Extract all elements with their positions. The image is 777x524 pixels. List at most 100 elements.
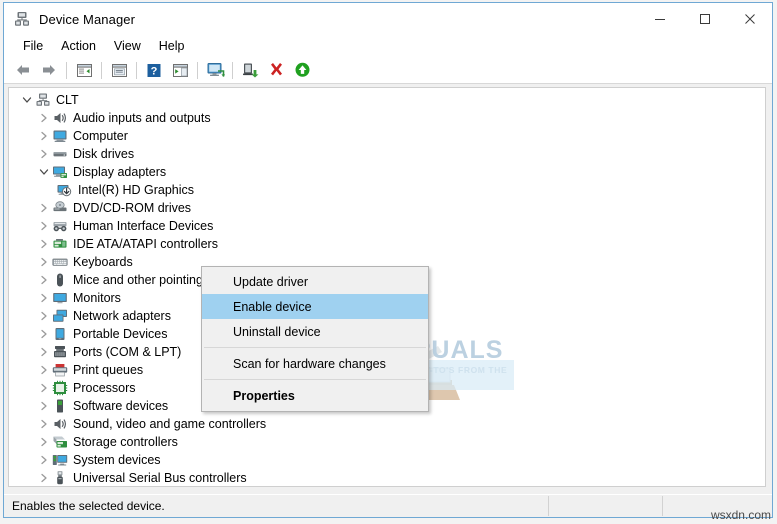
toolbar-separator-3 bbox=[136, 61, 137, 79]
toolbar-separator-1 bbox=[66, 61, 67, 79]
tree-item-label: Computer bbox=[73, 129, 128, 143]
tree-item-human-interface-devices[interactable]: Human Interface Devices bbox=[9, 217, 765, 235]
tree-item-label: Intel(R) HD Graphics bbox=[78, 183, 194, 197]
tree-item-label: Storage controllers bbox=[73, 435, 178, 449]
forward-icon[interactable] bbox=[36, 58, 62, 82]
tree-item-clt[interactable]: CLT bbox=[9, 91, 765, 109]
menu-help[interactable]: Help bbox=[150, 37, 194, 55]
chevron-right-icon[interactable] bbox=[36, 470, 52, 486]
ide-controller-icon bbox=[52, 236, 68, 252]
system-device-icon bbox=[52, 452, 68, 468]
tree-item-label: Ports (COM & LPT) bbox=[73, 345, 182, 359]
software-device-icon bbox=[52, 398, 68, 414]
tree-item-label: Disk drives bbox=[73, 147, 135, 161]
chevron-right-icon[interactable] bbox=[36, 452, 52, 468]
menu-bar: File Action View Help bbox=[4, 35, 772, 57]
tree-item-intel-hd-graphics[interactable]: Intel(R) HD Graphics bbox=[9, 181, 765, 199]
enable-device-icon[interactable] bbox=[289, 58, 315, 82]
show-hide-action-pane-icon[interactable] bbox=[167, 58, 193, 82]
maximize-button[interactable] bbox=[682, 3, 727, 35]
tree-item-ide-ata-atapi-controllers[interactable]: IDE ATA/ATAPI controllers bbox=[9, 235, 765, 253]
tree-item-sound-video-and-game-controllers[interactable]: Sound, video and game controllers bbox=[9, 415, 765, 433]
toolbar-separator-2 bbox=[101, 61, 102, 79]
toolbar-separator-4 bbox=[197, 61, 198, 79]
sound-controller-icon bbox=[52, 416, 68, 432]
help-icon[interactable]: ? bbox=[141, 58, 167, 82]
context-menu-item-scan-for-hardware-changes[interactable]: Scan for hardware changes bbox=[202, 351, 428, 376]
tree-item-label: Human Interface Devices bbox=[73, 219, 214, 233]
chevron-right-icon[interactable] bbox=[36, 254, 52, 270]
hid-icon bbox=[52, 218, 68, 234]
context-menu-separator-1 bbox=[204, 347, 426, 348]
chevron-right-icon[interactable] bbox=[36, 308, 52, 324]
menu-file[interactable]: File bbox=[14, 37, 52, 55]
device-manager-window: Device Manager File Action View Help ? C… bbox=[3, 2, 773, 518]
chevron-down-icon[interactable] bbox=[19, 92, 35, 108]
uninstall-device-icon[interactable] bbox=[263, 58, 289, 82]
context-menu-separator-2 bbox=[204, 379, 426, 380]
chevron-right-icon[interactable] bbox=[36, 380, 52, 396]
toolbar: ? bbox=[4, 57, 772, 84]
tree-item-disk-drives[interactable]: Disk drives bbox=[9, 145, 765, 163]
menu-action[interactable]: Action bbox=[52, 37, 105, 55]
context-menu-item-update-driver[interactable]: Update driver bbox=[202, 269, 428, 294]
tree-item-label: IDE ATA/ATAPI controllers bbox=[73, 237, 218, 251]
update-driver-icon[interactable] bbox=[237, 58, 263, 82]
chevron-right-icon[interactable] bbox=[36, 272, 52, 288]
menu-view[interactable]: View bbox=[105, 37, 150, 55]
chevron-right-icon[interactable] bbox=[36, 200, 52, 216]
tree-item-system-devices[interactable]: System devices bbox=[9, 451, 765, 469]
tree-item-label: Processors bbox=[73, 381, 136, 395]
context-menu-item-label: Properties bbox=[233, 388, 295, 403]
chevron-right-icon[interactable] bbox=[36, 218, 52, 234]
chevron-right-icon[interactable] bbox=[36, 434, 52, 450]
usb-controller-icon bbox=[52, 470, 68, 486]
dvd-drive-icon bbox=[52, 200, 68, 216]
tree-item-computer[interactable]: Computer bbox=[9, 127, 765, 145]
content-area: CLT Audio inputs and outputs Computer Di… bbox=[4, 84, 772, 494]
status-pane-2 bbox=[549, 496, 663, 516]
tree-item-universal-serial-bus-controllers[interactable]: Universal Serial Bus controllers bbox=[9, 469, 765, 486]
chevron-right-icon[interactable] bbox=[36, 344, 52, 360]
tree-item-label: Software devices bbox=[73, 399, 169, 413]
tree-item-storage-controllers[interactable]: Storage controllers bbox=[9, 433, 765, 451]
chevron-right-icon[interactable] bbox=[36, 290, 52, 306]
context-menu-item-enable-device[interactable]: Enable device bbox=[202, 294, 428, 319]
chevron-down-icon[interactable] bbox=[36, 164, 52, 180]
context-menu-item-label: Update driver bbox=[233, 274, 309, 289]
minimize-button[interactable] bbox=[637, 3, 682, 35]
tree-item-label: Audio inputs and outputs bbox=[73, 111, 211, 125]
screenshot-root: Device Manager File Action View Help ? C… bbox=[0, 0, 777, 524]
chevron-right-icon[interactable] bbox=[36, 362, 52, 378]
audio-icon bbox=[52, 110, 68, 126]
network-adapter-icon bbox=[52, 308, 68, 324]
portable-device-icon bbox=[52, 326, 68, 342]
close-button[interactable] bbox=[727, 3, 772, 35]
context-menu-item-properties[interactable]: Properties bbox=[202, 383, 428, 408]
keyboard-icon bbox=[52, 254, 68, 270]
monitor-icon bbox=[52, 290, 68, 306]
device-manager-icon bbox=[13, 10, 31, 28]
chevron-right-icon[interactable] bbox=[36, 146, 52, 162]
back-icon[interactable] bbox=[10, 58, 36, 82]
context-menu-item-label: Uninstall device bbox=[233, 324, 321, 339]
toolbar-separator-5 bbox=[232, 61, 233, 79]
tree-item-dvd-cd-rom-drives[interactable]: DVD/CD-ROM drives bbox=[9, 199, 765, 217]
scan-for-hardware-changes-icon[interactable] bbox=[202, 58, 228, 82]
window-title: Device Manager bbox=[39, 11, 136, 27]
tree-item-label: Portable Devices bbox=[73, 327, 168, 341]
context-menu-item-uninstall-device[interactable]: Uninstall device bbox=[202, 319, 428, 344]
chevron-right-icon[interactable] bbox=[36, 236, 52, 252]
show-hide-console-tree-icon[interactable] bbox=[71, 58, 97, 82]
chevron-right-icon[interactable] bbox=[36, 326, 52, 342]
tree-item-label: Universal Serial Bus controllers bbox=[73, 471, 247, 485]
chevron-right-icon[interactable] bbox=[36, 128, 52, 144]
tree-item-audio-inputs-and-outputs[interactable]: Audio inputs and outputs bbox=[9, 109, 765, 127]
tree-item-label: Network adapters bbox=[73, 309, 171, 323]
context-menu[interactable]: Update driver Enable device Uninstall de… bbox=[201, 266, 429, 412]
chevron-right-icon[interactable] bbox=[36, 398, 52, 414]
chevron-right-icon[interactable] bbox=[36, 416, 52, 432]
chevron-right-icon[interactable] bbox=[36, 110, 52, 126]
tree-item-display-adapters[interactable]: Display adapters bbox=[9, 163, 765, 181]
properties-icon[interactable] bbox=[106, 58, 132, 82]
